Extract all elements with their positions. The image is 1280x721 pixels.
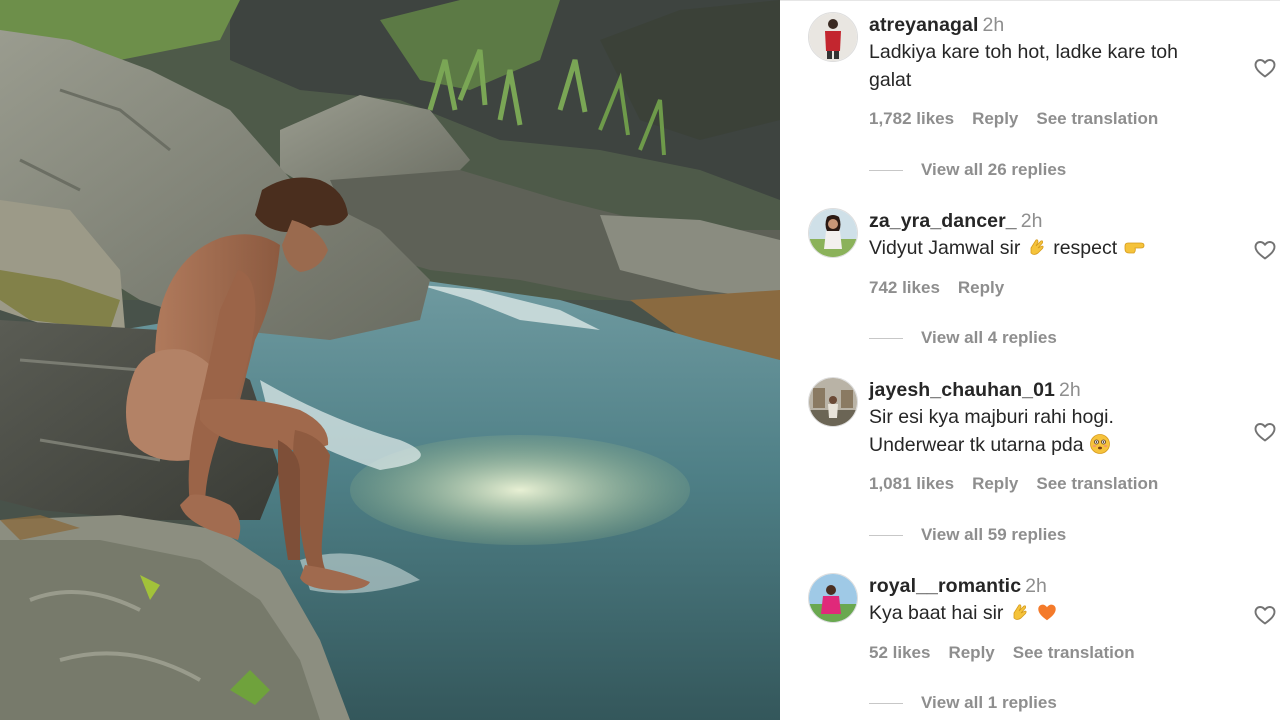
replies-divider [869, 534, 903, 536]
replies-divider [869, 169, 903, 171]
like-count[interactable]: 1,782 likes [869, 109, 954, 128]
heart-outline-icon[interactable] [1253, 603, 1277, 627]
see-translation-link[interactable]: See translation [1013, 643, 1135, 662]
replies-divider [869, 702, 903, 704]
view-replies-label[interactable]: View all 4 replies [921, 328, 1057, 348]
heart-outline-icon[interactable] [1253, 56, 1277, 80]
comment-username[interactable]: royal__romantic [869, 575, 1021, 597]
view-replies-button[interactable]: View all 26 replies [869, 160, 1066, 180]
like-count[interactable]: 742 likes [869, 278, 940, 297]
avatar-image-icon [809, 574, 857, 622]
see-translation-link[interactable]: See translation [1036, 109, 1158, 128]
view-replies-button[interactable]: View all 59 replies [869, 525, 1066, 545]
avatar-image-icon [809, 209, 857, 257]
orange-heart-emoji [1036, 600, 1058, 628]
comment-meta: 1,782 likes Reply See translation [869, 109, 1176, 129]
reply-button[interactable]: Reply [948, 643, 994, 662]
reply-button[interactable]: Reply [958, 278, 1004, 297]
comment-time: 2h [1020, 210, 1043, 232]
view-replies-button[interactable]: View all 1 replies [869, 693, 1057, 713]
view-replies-button[interactable]: View all 4 replies [869, 328, 1057, 348]
view-replies-label[interactable]: View all 26 replies [921, 160, 1066, 180]
flushed-face-emoji [1089, 432, 1111, 460]
heart-outline-icon[interactable] [1253, 420, 1277, 444]
user-avatar[interactable] [808, 573, 858, 623]
comments-panel: atreyanagal 2h Ladkiya kare toh hot, ladk… [780, 0, 1280, 721]
like-count[interactable]: 1,081 likes [869, 474, 954, 493]
comment-meta: 52 likes Reply See translation [869, 643, 1153, 663]
clapping-hands-emoji [1026, 235, 1048, 263]
reply-button[interactable]: Reply [972, 109, 1018, 128]
comment-text: Sir esi kya majburi rahi hogi. Underwear… [869, 403, 1199, 460]
comment-username[interactable]: jayesh_chauhan_01 [869, 379, 1055, 401]
user-avatar[interactable] [808, 208, 858, 258]
comment-text: Kya baat hai sir [869, 599, 1199, 628]
replies-divider [869, 337, 903, 339]
pointing-right-emoji [1123, 235, 1147, 263]
comment-username[interactable]: atreyanagal [869, 14, 979, 36]
user-avatar[interactable] [808, 377, 858, 427]
user-avatar[interactable] [808, 12, 858, 62]
post-photo [0, 0, 780, 720]
clapping-hands-emoji [1009, 600, 1031, 628]
like-count[interactable]: 52 likes [869, 643, 930, 662]
avatar-image-icon [809, 378, 857, 426]
reply-button[interactable]: Reply [972, 474, 1018, 493]
comment-meta: 742 likes Reply [869, 278, 1022, 298]
avatar-image-icon [809, 13, 857, 61]
comment-text: Vidyut Jamwal sir respect [869, 234, 1199, 263]
comment-time: 2h [1058, 379, 1081, 401]
comment-time: 2h [982, 14, 1005, 36]
view-replies-label[interactable]: View all 59 replies [921, 525, 1066, 545]
comment-text: Ladkiya kare toh hot, ladke kare toh gal… [869, 41, 1178, 91]
comment-username[interactable]: za_yra_dancer_ [869, 210, 1017, 232]
heart-outline-icon[interactable] [1253, 238, 1277, 262]
comment-time: 2h [1025, 575, 1047, 597]
view-replies-label[interactable]: View all 1 replies [921, 693, 1057, 713]
see-translation-link[interactable]: See translation [1036, 474, 1158, 493]
comment-meta: 1,081 likes Reply See translation [869, 474, 1176, 494]
